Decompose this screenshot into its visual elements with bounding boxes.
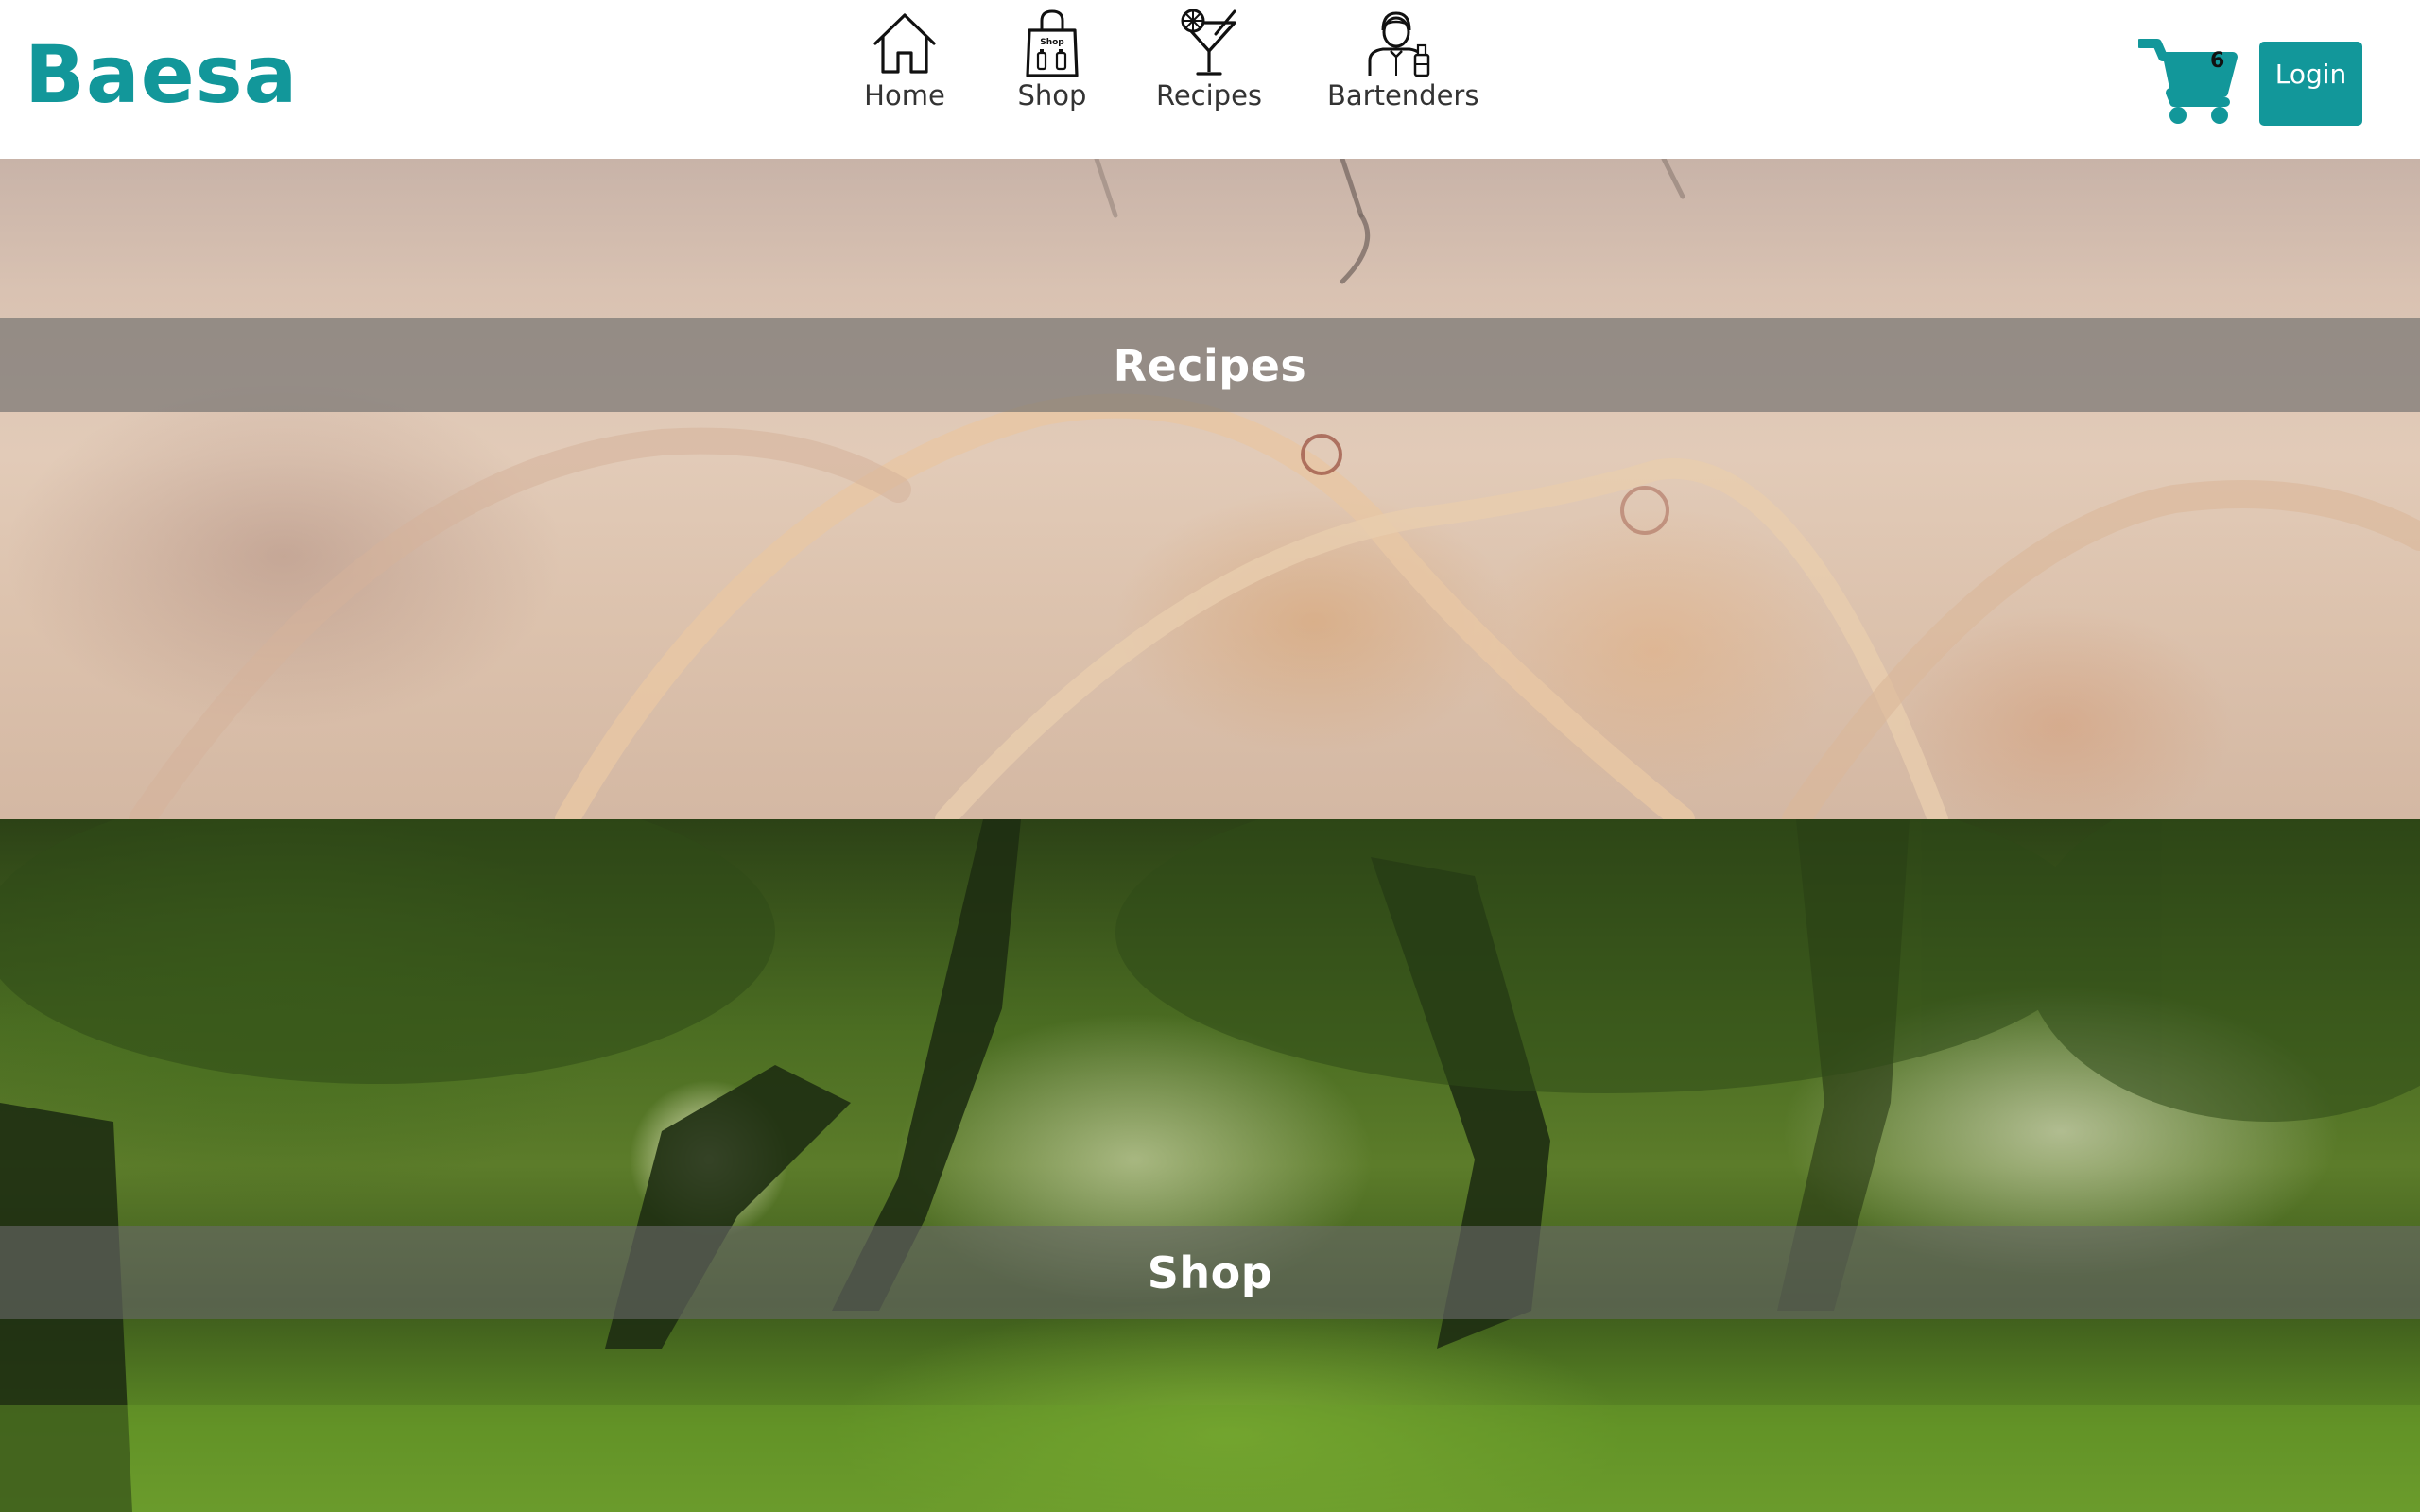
- nav-item-recipes[interactable]: Recipes: [1155, 8, 1263, 112]
- site-header: Baesa Home Shop Shop Recipes Bartenders …: [0, 0, 2420, 159]
- shop-section-title: Shop: [1147, 1246, 1273, 1298]
- nav-item-bartenders[interactable]: Bartenders: [1327, 8, 1479, 112]
- recipes-title-band: Recipes: [0, 318, 2420, 412]
- cart-count-badge: 6: [2210, 49, 2225, 73]
- home-icon: [873, 13, 936, 74]
- nav-label-shop: Shop: [1017, 79, 1087, 112]
- nav-item-home[interactable]: Home: [862, 8, 947, 112]
- shop-hero-section[interactable]: Shop: [0, 819, 2420, 1512]
- shop-bag-icon: Shop: [1026, 9, 1079, 77]
- nav-label-recipes: Recipes: [1155, 79, 1263, 112]
- recipes-hero-section[interactable]: Recipes: [0, 159, 2420, 819]
- hangers-background-image: [129, 159, 2420, 819]
- nav-label-home: Home: [864, 79, 945, 112]
- bartender-icon: [1368, 11, 1430, 77]
- nav-item-shop[interactable]: Shop Shop: [1013, 8, 1091, 112]
- shop-title-band: Shop: [0, 1226, 2420, 1319]
- svg-text:Shop: Shop: [1040, 38, 1064, 47]
- main-nav: Home Shop Shop Recipes Bartenders: [0, 0, 2420, 159]
- nav-label-bartenders: Bartenders: [1327, 79, 1479, 112]
- forest-background-image: [0, 819, 2420, 1512]
- recipes-section-title: Recipes: [1113, 339, 1307, 391]
- login-button[interactable]: Login: [2259, 42, 2362, 126]
- cart-button[interactable]: 6: [2135, 36, 2238, 127]
- cocktail-icon: [1181, 9, 1236, 76]
